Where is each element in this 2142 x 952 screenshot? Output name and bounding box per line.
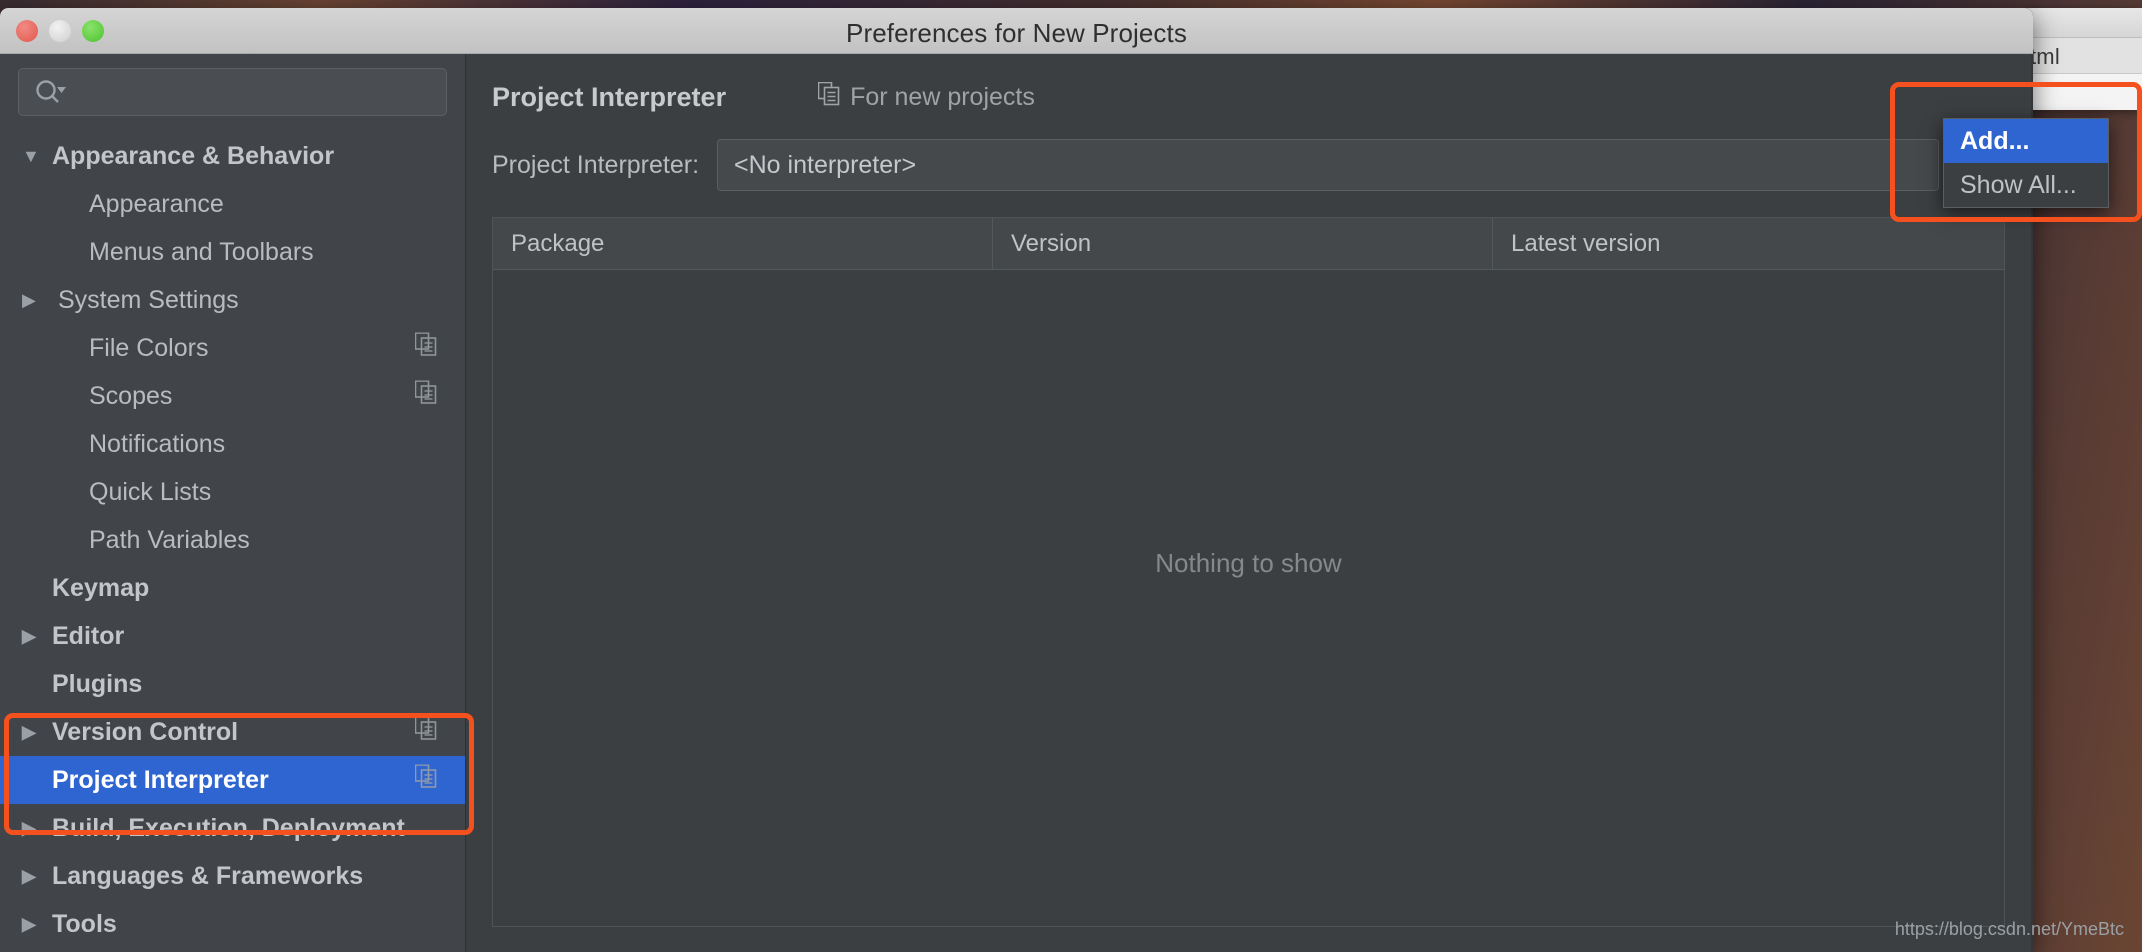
sidebar-item-tools[interactable]: ▶ Tools	[0, 900, 465, 948]
screenshot-root: tml Preferences for New Projects ▼ Appea…	[0, 0, 2142, 952]
window-title: Preferences for New Projects	[846, 18, 1187, 48]
sidebar-item-label: File Colors	[89, 333, 209, 362]
dropdown-item-add[interactable]: Add...	[1944, 119, 2108, 163]
sidebar-item-quick-lists[interactable]: Quick Lists	[0, 468, 465, 516]
sidebar-item-label: Keymap	[52, 573, 150, 602]
background-window-tabbar: tml	[2022, 38, 2142, 74]
interpreter-select[interactable]: <No interpreter>	[717, 139, 1939, 191]
interpreter-dropdown-menu: Add... Show All...	[1943, 118, 2109, 208]
chevron-right-icon[interactable]: ▶	[22, 818, 52, 839]
chevron-down-icon[interactable]: ▼	[22, 146, 52, 167]
interpreter-row: Project Interpreter: <No interpreter>	[466, 139, 2033, 191]
sidebar-item-label: System Settings	[58, 285, 239, 314]
settings-content: Project Interpreter For new projects Pro…	[466, 54, 2033, 952]
interpreter-label: Project Interpreter:	[492, 150, 700, 179]
window-body: ▼ Appearance & Behavior Appearance Menus an…	[0, 54, 2033, 952]
sidebar-item-appearance[interactable]: Appearance	[0, 180, 465, 228]
background-window-titlebar	[2022, 8, 2142, 38]
chevron-right-icon[interactable]: ▶	[22, 866, 52, 887]
sidebar-item-label: Languages & Frameworks	[52, 861, 364, 890]
sidebar-item-label: Path Variables	[89, 525, 250, 554]
settings-tree: ▼ Appearance & Behavior Appearance Menus an…	[0, 132, 465, 948]
chevron-right-icon[interactable]: ▶	[22, 722, 52, 743]
sidebar-item-version-control[interactable]: ▶ Version Control	[0, 708, 465, 756]
scope-chip-label: For new projects	[850, 83, 1035, 111]
preferences-window: Preferences for New Projects ▼ Appearanc…	[0, 8, 2033, 952]
packages-column-header[interactable]: Latest version	[1493, 218, 2004, 269]
sidebar-item-editor[interactable]: ▶ Editor	[0, 612, 465, 660]
chevron-right-icon[interactable]: ▶	[22, 290, 52, 311]
sidebar-item-build-execution-deployment[interactable]: ▶ Build, Execution, Deployment	[0, 804, 465, 852]
sidebar-item-path-variables[interactable]: Path Variables	[0, 516, 465, 564]
search-icon	[33, 78, 67, 106]
window-titlebar: Preferences for New Projects	[0, 8, 2033, 54]
packages-column-header[interactable]: Package	[493, 218, 993, 269]
sidebar-item-label: Project Interpreter	[52, 765, 269, 794]
search-container	[0, 54, 465, 116]
page-title: Project Interpreter	[492, 82, 727, 112]
sidebar-item-label: Menus and Toolbars	[89, 237, 314, 266]
copy-icon	[817, 81, 840, 113]
copy-icon	[414, 764, 437, 796]
sidebar-item-appearance-behavior[interactable]: ▼ Appearance & Behavior	[0, 132, 465, 180]
sidebar-item-label: Appearance & Behavior	[52, 141, 335, 170]
packages-table: Package Version Latest version Nothing to …	[492, 217, 2005, 927]
sidebar-item-label: Appearance	[89, 189, 224, 218]
sidebar-item-label: Scopes	[89, 381, 173, 410]
dropdown-item-show-all[interactable]: Show All...	[1944, 163, 2108, 207]
copy-icon	[414, 380, 437, 412]
chevron-right-icon[interactable]: ▶	[22, 626, 52, 647]
packages-empty-message: Nothing to show	[1155, 548, 1342, 578]
packages-table-header: Package Version Latest version	[493, 218, 2004, 270]
content-header: Project Interpreter For new projects	[466, 54, 2033, 113]
sidebar-item-label: Quick Lists	[89, 477, 212, 506]
watermark: https://blog.csdn.net/YmeBtc	[1894, 919, 2124, 939]
sidebar-item-label: Editor	[52, 621, 125, 650]
sidebar-item-plugins[interactable]: Plugins	[0, 660, 465, 708]
search-input[interactable]	[18, 68, 447, 116]
sidebar-item-label: Build, Execution, Deployment	[52, 813, 405, 842]
sidebar-item-label: Notifications	[89, 429, 226, 458]
scope-chip[interactable]: For new projects	[817, 81, 1035, 113]
chevron-right-icon[interactable]: ▶	[22, 914, 52, 935]
sidebar-item-label: Version Control	[52, 717, 239, 746]
sidebar-item-project-interpreter[interactable]: Project Interpreter	[0, 756, 465, 804]
sidebar-item-languages-frameworks[interactable]: ▶ Languages & Frameworks	[0, 852, 465, 900]
sidebar-item-notifications[interactable]: Notifications	[0, 420, 465, 468]
packages-column-header[interactable]: Version	[993, 218, 1493, 269]
sidebar-item-menus-and-toolbars[interactable]: Menus and Toolbars	[0, 228, 465, 276]
background-window-body	[2022, 74, 2142, 110]
sidebar-item-label: Tools	[52, 909, 117, 938]
interpreter-selected-value: <No interpreter>	[734, 150, 917, 179]
background-window-tab-label: tml	[2030, 44, 2060, 69]
sidebar-item-scopes[interactable]: Scopes	[0, 372, 465, 420]
background-window[interactable]: tml	[2022, 8, 2142, 110]
sidebar-item-label: Plugins	[52, 669, 143, 698]
sidebar-item-file-colors[interactable]: File Colors	[0, 324, 465, 372]
copy-icon	[414, 716, 437, 748]
copy-icon	[414, 332, 437, 364]
settings-sidebar: ▼ Appearance & Behavior Appearance Menus an…	[0, 54, 466, 952]
sidebar-item-system-settings[interactable]: ▶ System Settings	[0, 276, 465, 324]
sidebar-item-keymap[interactable]: Keymap	[0, 564, 465, 612]
